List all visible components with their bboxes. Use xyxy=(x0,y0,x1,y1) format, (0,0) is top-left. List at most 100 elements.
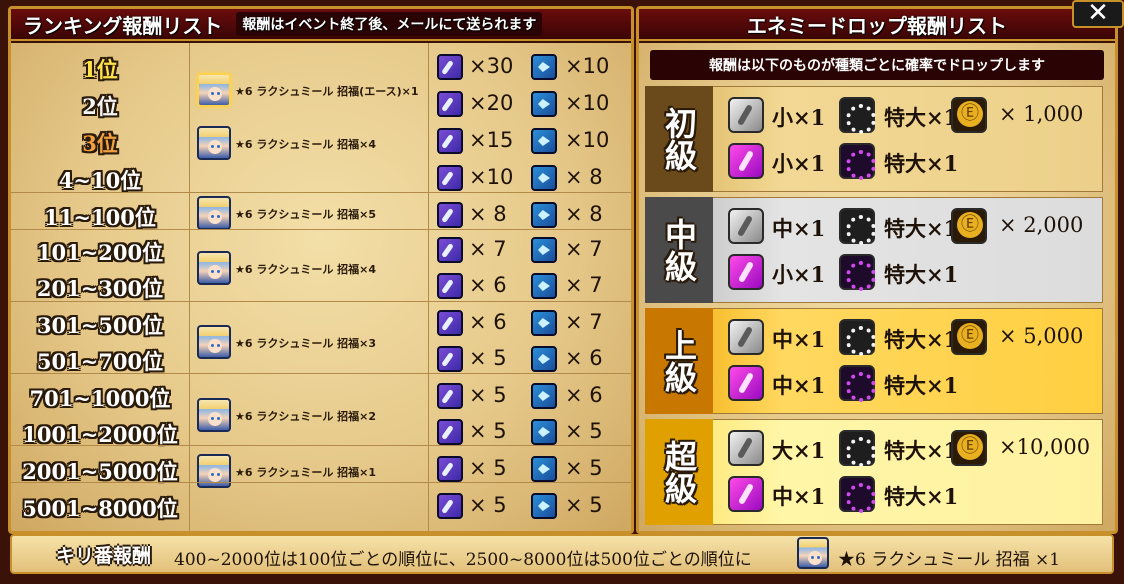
item-b-qty: × 6 xyxy=(565,346,603,370)
item-b-qty: ×10 xyxy=(565,91,610,115)
difficulty-label: 中級 xyxy=(645,197,713,303)
item-b-qty: ×10 xyxy=(565,128,610,152)
row-divider xyxy=(11,445,633,446)
feather-icon xyxy=(437,128,463,154)
ranking-table: 1位 2位 3位 4~10位 11~100位 101~200位 201~300位… xyxy=(11,43,633,531)
row-divider xyxy=(11,373,633,374)
drop-item-qty: 特大×1 xyxy=(884,105,959,130)
feather-icon xyxy=(437,419,463,445)
crystal-icon xyxy=(531,419,557,445)
coin-qty: × 1,000 xyxy=(999,102,1084,126)
character-avatar-icon xyxy=(197,251,231,285)
drop-note-box: 報酬は以下のものが種類ごとに確率でドロップします xyxy=(650,50,1104,80)
rank-1: 1位 xyxy=(82,57,118,82)
rank-101-200: 101~200位 xyxy=(36,240,164,265)
magenta-feather-icon xyxy=(728,476,764,512)
feather-icon xyxy=(437,165,463,191)
footer-label: キリ番報酬 xyxy=(56,545,152,567)
rank-4-10: 4~10位 xyxy=(58,168,142,193)
coin-icon xyxy=(951,208,987,244)
coin-qty: × 2,000 xyxy=(999,213,1084,237)
item-a-qty: ×15 xyxy=(469,128,514,152)
item-a-qty: ×20 xyxy=(469,91,514,115)
drop-item-qty: 中×1 xyxy=(772,216,826,241)
crystal-icon xyxy=(531,202,557,228)
item-a-qty: × 8 xyxy=(469,202,507,226)
character-avatar-icon xyxy=(797,537,829,569)
scout-reward: ★6 ラクシュミール 招福(エース)×1 xyxy=(235,85,419,98)
item-a-qty: × 6 xyxy=(469,273,507,297)
item-a-qty: × 5 xyxy=(469,346,507,370)
drop-item-qty: 中×1 xyxy=(772,373,826,398)
close-icon[interactable]: ✕ xyxy=(1072,0,1124,28)
magenta-feather-icon xyxy=(728,143,764,179)
pearl-orb-icon xyxy=(839,97,876,134)
drop-item-qty: 特大×1 xyxy=(884,438,959,463)
rank-5001-8000: 5001~8000位 xyxy=(22,496,178,521)
coin-icon xyxy=(951,97,987,133)
item-b-qty: × 7 xyxy=(565,237,603,261)
feather-icon xyxy=(437,54,463,80)
crystal-icon xyxy=(531,237,557,263)
item-b-qty: × 5 xyxy=(565,456,603,480)
ranking-panel-note: 報酬はイベント終了後、メールにて送られます xyxy=(236,12,543,36)
rank-201-300: 201~300位 xyxy=(36,276,164,301)
item-b-qty: ×10 xyxy=(565,54,610,78)
feather-icon xyxy=(437,202,463,228)
feather-icon xyxy=(437,310,463,336)
feather-icon xyxy=(437,237,463,263)
item-b-qty: × 7 xyxy=(565,273,603,297)
magenta-feather-icon xyxy=(728,254,764,290)
drop-item-qty: 特大×1 xyxy=(884,373,959,398)
scout-reward: ★6 ラクシュミール 招福×4 xyxy=(235,263,377,276)
crystal-icon xyxy=(531,493,557,519)
scout-reward: ★6 ラクシュミール 招福×5 xyxy=(235,208,377,221)
item-a-qty: × 7 xyxy=(469,237,507,261)
ranking-panel-title: ランキング報酬リスト xyxy=(23,13,223,38)
character-avatar-icon xyxy=(197,325,231,359)
item-a-qty: × 5 xyxy=(469,383,507,407)
crystal-icon xyxy=(531,128,557,154)
feather-icon xyxy=(437,346,463,372)
reward-screen: ランキング報酬リスト 報酬はイベント終了後、メールにて送られます 1位 2位 3… xyxy=(0,0,1124,584)
footer-text: 400~2000位は100位ごとの順位に、2500~8000位は500位ごとの順… xyxy=(174,550,752,570)
drop-item-qty: 中×1 xyxy=(772,327,826,352)
drop-item-qty: 特大×1 xyxy=(884,216,959,241)
difficulty-label: 上級 xyxy=(645,308,713,414)
item-a-qty: ×30 xyxy=(469,54,514,78)
crystal-icon xyxy=(531,165,557,191)
drop-item-qty: 小×1 xyxy=(772,262,826,287)
purple-orb-icon xyxy=(839,476,876,513)
footer-reward: ★6 ラクシュミール 招福 ×1 xyxy=(838,550,1061,570)
silver-feather-icon xyxy=(728,319,764,355)
character-avatar-icon xyxy=(197,126,231,160)
silver-feather-icon xyxy=(728,430,764,466)
item-b-qty: × 6 xyxy=(565,383,603,407)
feather-icon xyxy=(437,456,463,482)
rank-701-1000: 701~1000位 xyxy=(29,386,171,411)
coin-qty: ×10,000 xyxy=(999,435,1091,459)
drop-item-qty: 特大×1 xyxy=(884,151,959,176)
item-b-qty: × 5 xyxy=(565,419,603,443)
coin-icon xyxy=(951,319,987,355)
drop-item-qty: 特大×1 xyxy=(884,262,959,287)
crystal-icon xyxy=(531,346,557,372)
crystal-icon xyxy=(531,91,557,117)
row-divider xyxy=(11,229,633,230)
feather-icon xyxy=(437,383,463,409)
rank-2: 2位 xyxy=(82,94,118,119)
scout-reward: ★6 ラクシュミール 招福×2 xyxy=(235,410,377,423)
purple-orb-icon xyxy=(839,143,876,180)
drop-item-qty: 特大×1 xyxy=(884,484,959,509)
scout-reward: ★6 ラクシュミール 招福×4 xyxy=(235,138,377,151)
drop-item-qty: 小×1 xyxy=(772,105,826,130)
crystal-icon xyxy=(531,273,557,299)
pearl-orb-icon xyxy=(839,208,876,245)
crystal-icon xyxy=(531,383,557,409)
rank-301-500: 301~500位 xyxy=(36,313,164,338)
pearl-orb-icon xyxy=(839,430,876,467)
purple-orb-icon xyxy=(839,365,876,402)
item-a-qty: × 6 xyxy=(469,310,507,334)
crystal-icon xyxy=(531,310,557,336)
rank-501-700: 501~700位 xyxy=(36,349,164,374)
